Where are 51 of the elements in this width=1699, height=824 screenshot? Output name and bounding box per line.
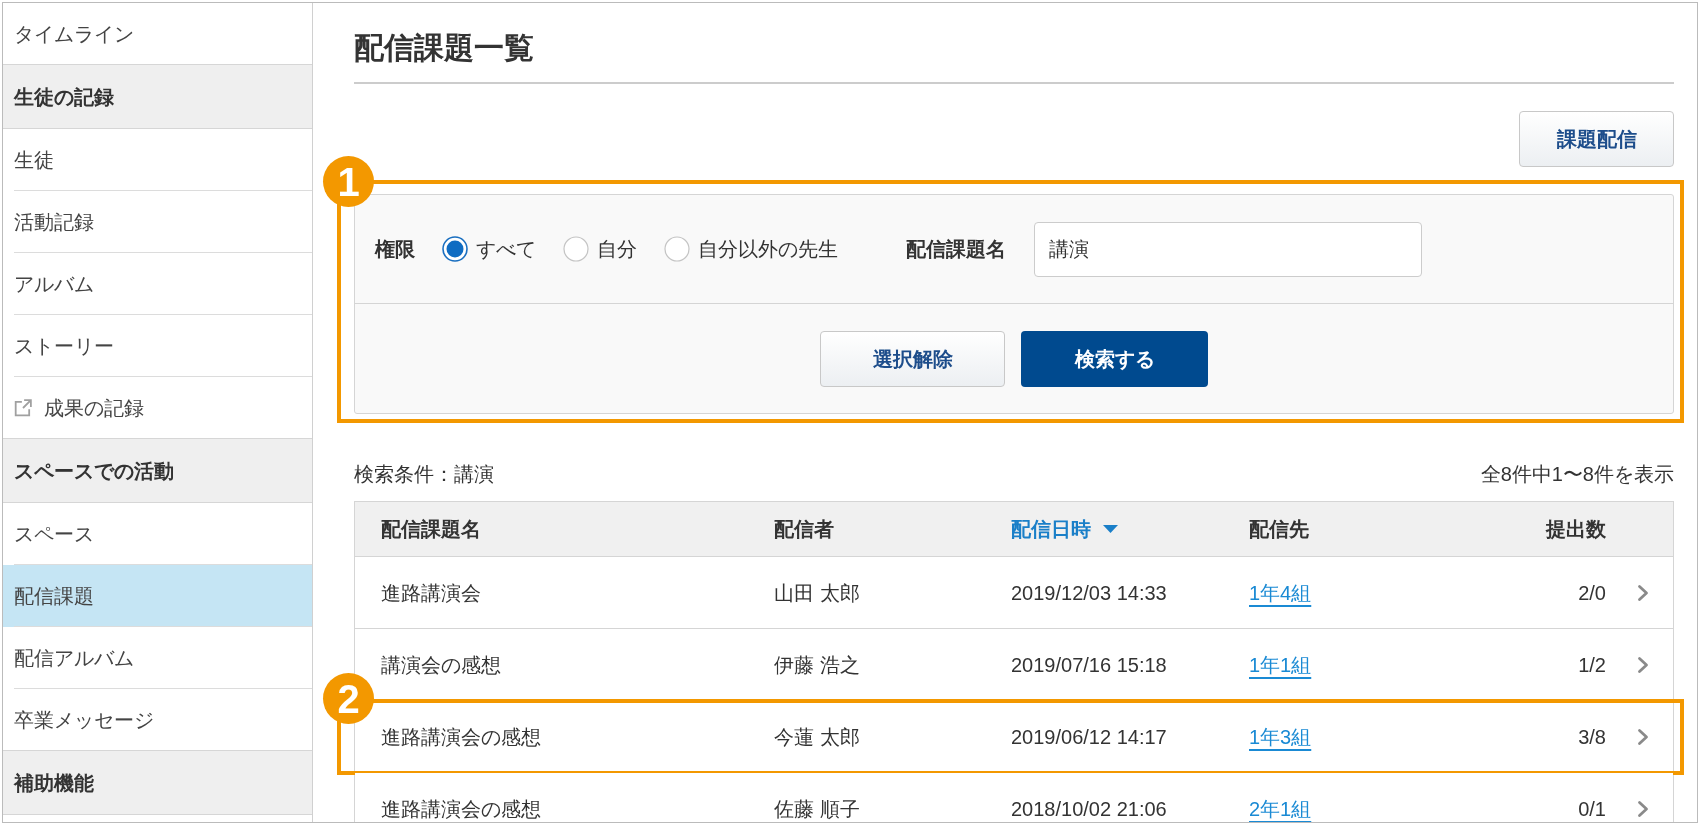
radio-label[interactable]: 自分以外の先生 — [698, 234, 838, 264]
table-cell-text: 進路講演会 — [381, 580, 482, 606]
radio-label[interactable]: 自分 — [597, 234, 637, 264]
sidebar-item[interactable]: 配信課題 — [3, 565, 312, 627]
table-cell-text: 2019/07/16 15:18 — [1011, 652, 1168, 678]
table-cell-text: 2019/12/03 14:33 — [1011, 580, 1168, 606]
chevron-right-icon[interactable] — [1637, 799, 1649, 818]
table-cell-text: 1/2 — [1578, 652, 1606, 678]
clear-selection-button[interactable]: 選択解除 — [820, 330, 1005, 387]
radio-label[interactable]: すべて — [476, 234, 536, 264]
assignment-name-label: 配信課題名 — [906, 237, 1006, 262]
table-cell-text: 2019/06/12 14:17 — [1011, 724, 1168, 750]
chevron-right-icon[interactable] — [1637, 727, 1649, 746]
table-cell-text: 山田 太郎 — [774, 580, 861, 606]
column-header[interactable]: 配信課題名 — [381, 514, 774, 544]
table-cell-text: 2018/10/02 21:06 — [1011, 796, 1168, 822]
permission-label: 権限 — [375, 237, 415, 262]
search-button[interactable]: 検索する — [1021, 330, 1208, 387]
caret-down-icon — [1103, 525, 1118, 533]
recipient-link[interactable]: 2年1組 — [1249, 797, 1312, 820]
callout-number-marker: 2 — [323, 673, 374, 724]
chevron-right-icon[interactable] — [1637, 583, 1649, 602]
recipient-link[interactable]: 1年3組 — [1249, 725, 1312, 748]
radio-button[interactable] — [563, 236, 589, 262]
table-cell-text: 佐藤 順子 — [774, 796, 861, 822]
sidebar-section-header: 生徒の記録 — [3, 65, 312, 129]
recipient-link[interactable]: 1年1組 — [1249, 653, 1312, 676]
table-cell-text: 2/0 — [1578, 580, 1606, 606]
callout-number-marker: 1 — [323, 156, 374, 207]
sidebar-section-header: 補助機能 — [3, 751, 312, 815]
column-header[interactable]: 配信先 — [1249, 514, 1546, 544]
column-header[interactable]: 配信者 — [774, 514, 1011, 544]
column-header[interactable]: 配信日時 — [1011, 514, 1249, 544]
table-cell-text: 0/1 — [1578, 796, 1606, 822]
result-count-text: 全8件中1〜8件を表示 — [1480, 462, 1674, 487]
table-cell-text: 講演会の感想 — [381, 652, 502, 678]
distribute-assignment-button[interactable]: 課題配信 — [1519, 111, 1674, 167]
radio-button[interactable] — [664, 236, 690, 262]
assignment-name-field[interactable]: 講演 — [1034, 221, 1422, 277]
table-cell-text: 進路講演会の感想 — [381, 724, 542, 750]
sidebar-section-header: スペースでの活動 — [3, 439, 312, 503]
radio-button[interactable] — [442, 236, 468, 262]
search-condition-text: 検索条件：講演 — [354, 462, 494, 487]
column-header[interactable]: 提出数 — [1546, 514, 1606, 544]
table-cell-text: 伊藤 浩之 — [774, 652, 861, 678]
page-title: 配信課題一覧 — [354, 3, 1674, 84]
table-cell-text: 進路講演会の感想 — [381, 796, 542, 822]
table-cell-text: 今蓮 太郎 — [774, 724, 861, 750]
recipient-link[interactable]: 1年4組 — [1249, 581, 1312, 604]
table-cell-text: 3/8 — [1578, 724, 1606, 750]
chevron-right-icon[interactable] — [1637, 655, 1649, 674]
